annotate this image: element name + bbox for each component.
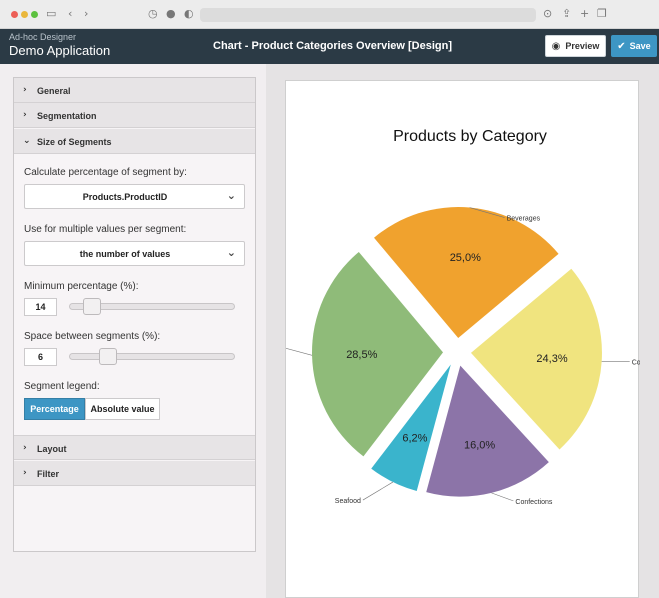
legend-percentage-button[interactable]: Percentage <box>24 398 85 420</box>
check-icon: ✔ <box>617 40 626 52</box>
back-icon[interactable]: ‹ <box>68 7 72 21</box>
pie-slice-value-label: 6,2% <box>402 432 427 444</box>
share-icon[interactable]: ⇪ <box>562 7 571 21</box>
multi-values-label: Use for multiple values per segment: <box>24 224 187 235</box>
chevron-down-icon: ⌄ <box>226 246 236 259</box>
space-between-label: Space between segments (%): <box>24 331 161 342</box>
pie-category-label: Seafood <box>335 498 361 505</box>
chevron-right-icon: › <box>23 443 27 453</box>
section-filter-header[interactable]: › Filter <box>14 461 255 486</box>
reader-icon[interactable]: ◐ <box>184 7 194 21</box>
extension-icon[interactable]: ● <box>166 7 176 21</box>
pie-slice-value-label: 28,5% <box>346 349 377 361</box>
section-size-of-segments-label: Size of Segments <box>37 137 112 147</box>
chevron-down-icon: ⌄ <box>226 189 236 202</box>
pie-leader-line <box>491 492 514 502</box>
segment-legend-label: Segment legend: <box>24 381 100 392</box>
pie-leader-line <box>362 481 394 501</box>
privacy-icon[interactable]: ◷ <box>148 7 158 21</box>
min-percentage-slider-handle[interactable] <box>83 298 101 315</box>
space-between-slider[interactable] <box>69 353 235 360</box>
pie-chart: Products by Category 25,0% Beverages 24,3%… <box>259 128 659 506</box>
section-size-of-segments-header[interactable]: ⌄ Size of Segments <box>14 129 255 154</box>
section-general-header[interactable]: › General <box>14 78 255 103</box>
calc-percentage-value: Products.ProductID <box>82 192 168 202</box>
pie-slice-value-label: 16,0% <box>464 440 495 452</box>
chart-title: Products by Category <box>393 128 547 145</box>
settings-accordion: › General › Segmentation ⌄ Size of Segme… <box>13 77 256 552</box>
tabs-overview-icon[interactable]: ❐ <box>597 7 607 21</box>
pie-leader-line <box>281 346 313 356</box>
section-general-label: General <box>37 86 71 96</box>
download-icon[interactable]: ⊙ <box>543 7 552 21</box>
page-title: Chart - Product Categories Overview [Des… <box>213 40 452 52</box>
brand-subtitle: Ad-hoc Designer <box>9 32 77 42</box>
calc-percentage-label: Calculate percentage of segment by: <box>24 167 187 178</box>
calc-percentage-select[interactable]: Products.ProductID ⌄ <box>24 184 245 209</box>
min-percentage-label: Minimum percentage (%): <box>24 281 139 292</box>
preview-button[interactable]: ◉ Preview <box>545 35 606 57</box>
sidebar-toggle-icon[interactable]: ▭ <box>46 7 56 21</box>
address-bar[interactable] <box>200 8 536 22</box>
space-between-slider-handle[interactable] <box>99 348 117 365</box>
eye-icon: ◉ <box>551 40 561 52</box>
pie-slice-value-label: 24,3% <box>536 353 567 365</box>
minimize-window-button[interactable] <box>21 11 28 18</box>
chevron-right-icon: › <box>23 85 27 95</box>
close-window-button[interactable] <box>11 11 18 18</box>
browser-toolbar: ▭ ‹ › ◷ ● ◐ ⊙ ⇪ + ❐ <box>0 0 659 29</box>
save-button[interactable]: ✔ Save <box>611 35 657 57</box>
pie-slice-value-label: 25,0% <box>450 252 481 264</box>
preview-button-label: Preview <box>565 41 600 51</box>
save-button-label: Save <box>629 41 651 51</box>
multi-values-select[interactable]: the number of values ⌄ <box>24 241 245 266</box>
space-between-input[interactable]: 6 <box>24 348 57 366</box>
chevron-right-icon: › <box>23 110 27 120</box>
section-filter-label: Filter <box>37 469 60 479</box>
section-layout-header[interactable]: › Layout <box>14 435 255 460</box>
pie-category-label: Beverages <box>507 216 541 223</box>
section-segmentation-label: Segmentation <box>37 111 97 121</box>
section-segmentation-header[interactable]: › Segmentation <box>14 103 255 128</box>
section-layout-label: Layout <box>37 444 67 454</box>
pie-category-label: Confections <box>515 499 552 506</box>
new-tab-icon[interactable]: + <box>580 7 589 21</box>
legend-absolute-button[interactable]: Absolute value <box>85 398 160 420</box>
chart-sheet[interactable]: Products by Category 25,0% Beverages 24,3%… <box>259 80 659 598</box>
pie-category-label: Condiments <box>632 359 640 366</box>
brand-title: Demo Application <box>9 43 111 58</box>
settings-panel: › General › Segmentation ⌄ Size of Segme… <box>0 64 266 598</box>
min-percentage-input[interactable]: 14 <box>24 298 57 316</box>
app-header: Ad-hoc Designer Demo Application Chart -… <box>0 30 659 64</box>
chevron-down-icon: ⌄ <box>23 136 31 146</box>
forward-icon[interactable]: › <box>84 7 88 21</box>
multi-values-value: the number of values <box>79 249 171 259</box>
zoom-window-button[interactable] <box>31 11 38 18</box>
chevron-right-icon: › <box>23 468 27 478</box>
